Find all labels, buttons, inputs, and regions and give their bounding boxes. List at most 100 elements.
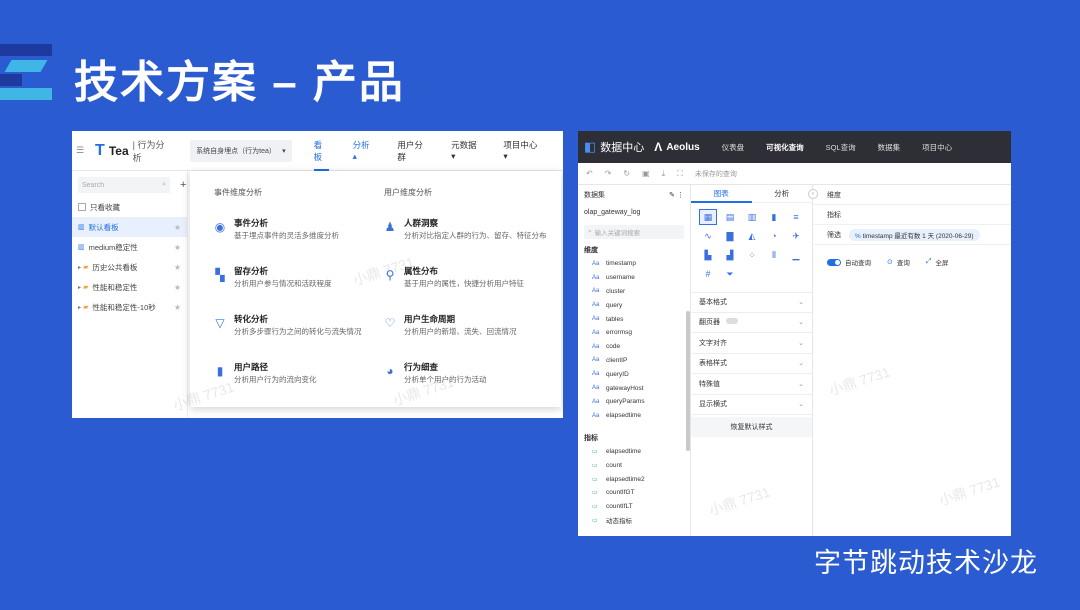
nav-projects[interactable]: 项目中心 <box>922 142 952 153</box>
style-row-align[interactable]: 文字对齐 ⌄ <box>691 333 812 354</box>
style-row-table-style[interactable]: 表格样式 ⌄ <box>691 354 812 374</box>
metric-dropzone[interactable]: 指标 <box>813 205 1011 225</box>
caret-right-icon[interactable]: ▸ <box>78 304 81 311</box>
field-search-input[interactable]: ⌕ 输入关键词搜索 <box>584 225 684 239</box>
dimension-field[interactable]: Aa gatewayHost <box>578 381 690 395</box>
undo-icon[interactable]: ↶ <box>586 169 593 178</box>
nav-dataset[interactable]: 数据集 <box>878 142 901 153</box>
histogram-icon[interactable]: ▁ <box>787 247 805 263</box>
style-row-special-values[interactable]: 特殊值 ⌄ <box>691 374 812 395</box>
dimension-field[interactable]: Aa code <box>578 340 690 354</box>
metric-field[interactable]: ▭ elapsedtime2 <box>578 472 690 486</box>
dimension-field[interactable]: Aa tables <box>578 312 690 326</box>
menu-item-lifecycle[interactable]: ♡ 用户生命周期 分析用户的新增、流失、回流情况 <box>382 313 552 349</box>
menu-item-user-path[interactable]: ▮ 用户路径 分析用户行为的流向变化 <box>212 361 382 397</box>
reset-style-button[interactable]: 恢复默认样式 <box>691 417 812 437</box>
style-row-pager[interactable]: 翻页器 ⌄ <box>691 313 812 333</box>
sidebar-item-perf[interactable]: ▸ ▰ 性能和稳定性 ★ <box>72 277 187 297</box>
star-icon[interactable]: ★ <box>174 243 181 252</box>
tea-nav-analysis[interactable]: 分析 ▴ <box>353 131 374 171</box>
metric-field[interactable]: ▭ count <box>578 458 690 472</box>
dataset-name[interactable]: olap_gateway_log <box>578 203 690 221</box>
scatter-chart-icon[interactable]: ⁘ <box>743 247 761 263</box>
dual-axis-icon[interactable]: ⫴ <box>765 247 783 263</box>
more-icon[interactable]: ⋮ <box>677 192 684 199</box>
tea-logo[interactable]: T Tea | 行为分析 <box>95 138 168 164</box>
style-row-display-mode[interactable]: 显示横式 ⌄ <box>691 395 812 415</box>
sidebar-item-medium[interactable]: ▥ medium稳定性 ★ <box>72 237 187 257</box>
table-chart-icon[interactable]: ▦ <box>699 209 717 225</box>
sidebar-item-default[interactable]: ▥ 默认看板 ★ <box>72 217 187 237</box>
favorites-filter[interactable]: 只看收藏 <box>72 197 187 217</box>
auto-query-toggle[interactable]: 自动查询 <box>827 257 871 267</box>
dimension-field[interactable]: Aa errormsg <box>578 326 690 340</box>
pie-chart-icon[interactable]: ◔ <box>765 228 783 244</box>
sidebar-item-history[interactable]: ▸ ▰ 历史公共看板 ★ <box>72 257 187 277</box>
menu-item-behavior-detail[interactable]: ◕ 行为细查 分析单个用户的行为活动 <box>382 361 552 397</box>
dimension-field[interactable]: Aa timestamp <box>578 257 690 271</box>
caret-right-icon[interactable]: ▸ <box>78 264 81 271</box>
horizontal-bar-icon[interactable]: ≡ <box>787 209 805 225</box>
add-icon[interactable]: + <box>180 179 186 191</box>
menu-item-funnel[interactable]: ▽ 转化分析 分析多步骤行为之间的转化与流失情况 <box>212 313 382 349</box>
checkbox[interactable] <box>78 203 86 211</box>
dimension-field[interactable]: Aa cluster <box>578 285 690 299</box>
nav-dashboard[interactable]: 仪表盘 <box>722 142 745 153</box>
download-icon[interactable]: ⤓ <box>662 169 666 179</box>
metric-field[interactable]: ▭ 动态指标 <box>578 514 690 528</box>
style-row-basic[interactable]: 基本格式 ⌄ <box>691 292 812 313</box>
tea-nav-projects[interactable]: 项目中心 ▾ <box>503 131 539 171</box>
map-chart-icon[interactable]: ✈ <box>787 228 805 244</box>
filter-chip[interactable]: % timestamp 最近有数 1 天 (2020-06-29) <box>849 228 980 241</box>
filter-row[interactable]: 筛选 % timestamp 最近有数 1 天 (2020-06-29) <box>813 225 1011 245</box>
line-chart-icon[interactable]: ∿ <box>699 228 717 244</box>
dimension-field[interactable]: Aa queryID <box>578 367 690 381</box>
stacked-chart-icon[interactable]: ▙ <box>699 247 717 263</box>
nav-visual-query[interactable]: 可视化查询 <box>766 142 804 153</box>
dimension-field[interactable]: Aa query <box>578 298 690 312</box>
aeolus-logo-text[interactable]: Aeolus <box>666 142 699 153</box>
star-icon[interactable]: ★ <box>174 223 181 232</box>
dimension-field[interactable]: Aa queryParams <box>578 395 690 409</box>
area-chart-icon[interactable]: ◭ <box>743 228 761 244</box>
nav-sql-query[interactable]: SQL查询 <box>826 142 856 153</box>
dimension-dropzone[interactable]: 维度 <box>813 185 1011 205</box>
tea-nav-dashboard[interactable]: 看板 <box>313 131 329 171</box>
dimension-field[interactable]: Aa clientIP <box>578 354 690 368</box>
save-icon[interactable]: ▣ <box>642 169 650 178</box>
toggle-switch[interactable] <box>827 258 841 266</box>
project-select[interactable]: 系统自身埋点（行为tea） ▾ <box>190 139 292 162</box>
tab-analysis[interactable]: 分析 <box>752 185 813 203</box>
query-button[interactable]: ⊙ 查询 <box>887 257 910 267</box>
sidebar-search-input[interactable]: Search ⌕ <box>78 177 170 193</box>
menu-icon[interactable]: ☰ <box>76 145 89 156</box>
dimension-field[interactable]: Aa elapsedtime <box>578 409 690 423</box>
tea-nav-metadata[interactable]: 元数据 ▾ <box>451 131 479 171</box>
number-card-icon[interactable]: # <box>699 266 717 282</box>
cross-table-icon[interactable]: ▥ <box>743 209 761 225</box>
fullscreen-button[interactable]: ⤢ 全屏 <box>926 257 949 267</box>
fullscreen-icon[interactable]: ⛶ <box>677 169 683 179</box>
menu-item-attribute-distribution[interactable]: ⚲ 属性分布 基于用户的属性，快捷分析用户特征 <box>382 265 552 301</box>
dimension-field[interactable]: Aa username <box>578 271 690 285</box>
menu-item-event-analysis[interactable]: ◉ 事件分析 基于埋点事件的灵活多维度分析 <box>212 217 382 253</box>
data-center-logo-text[interactable]: 数据中心 <box>600 139 644 155</box>
refresh-icon[interactable]: ↻ <box>623 169 630 178</box>
redo-icon[interactable]: ↷ <box>605 169 612 178</box>
pager-toggle[interactable] <box>726 318 738 325</box>
funnel-chart-icon[interactable]: ⏷ <box>721 266 739 282</box>
menu-item-audience-insight[interactable]: ♟ 人群洞察 分析对比指定人群的行为、留存、特征分布 <box>382 217 552 253</box>
metric-field[interactable]: ▭ countIfLT <box>578 500 690 514</box>
star-icon[interactable]: ★ <box>174 303 181 312</box>
column-chart-icon[interactable]: ▇ <box>721 228 739 244</box>
star-icon[interactable]: ★ <box>174 263 181 272</box>
star-icon[interactable]: ★ <box>174 283 181 292</box>
scrollbar[interactable] <box>686 311 690 451</box>
metric-field[interactable]: ▭ elapsedtime <box>578 445 690 459</box>
combo-chart-icon[interactable]: ▟ <box>721 247 739 263</box>
caret-right-icon[interactable]: ▸ <box>78 284 81 291</box>
tea-nav-segments[interactable]: 用户分群 <box>397 131 427 171</box>
metric-field[interactable]: ▭ countIfGT <box>578 486 690 500</box>
edit-icon[interactable]: ✎ <box>669 192 675 199</box>
pivot-table-icon[interactable]: ▤ <box>721 209 739 225</box>
